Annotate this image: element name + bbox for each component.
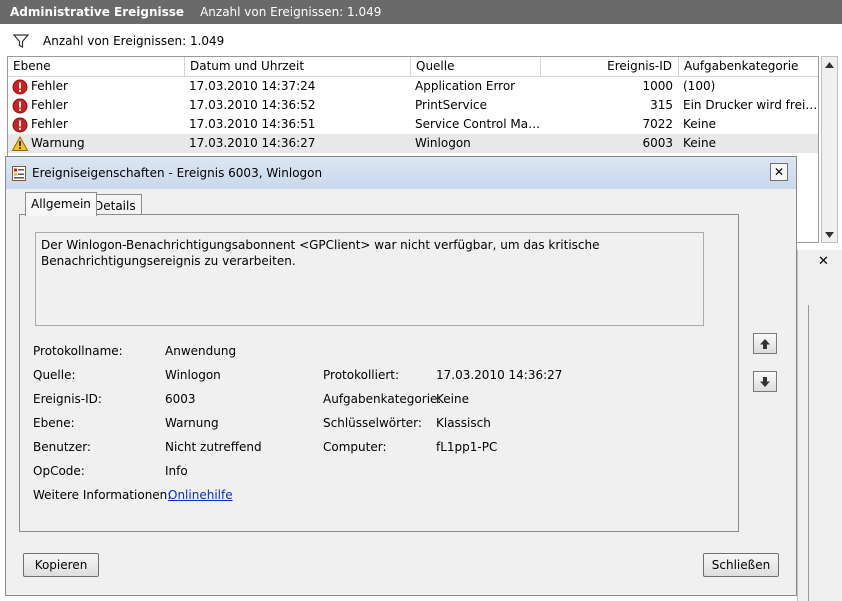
tab-panel-allgemein: Der Winlogon-Benachrichtigungsabonnent <… [19, 214, 739, 532]
label-weitere-informationen: Weitere Informationen: [33, 488, 172, 502]
value-ebene: Warnung [165, 416, 219, 430]
table-row[interactable]: Fehler 17.03.2010 14:36:52 PrintService … [8, 96, 818, 115]
copy-button[interactable]: Kopieren [23, 553, 99, 577]
error-icon [12, 79, 28, 94]
column-header-event-id[interactable]: Ereignis-ID [541, 57, 679, 76]
event-description[interactable]: Der Winlogon-Benachrichtigungsabonnent <… [35, 232, 704, 326]
error-icon [12, 117, 28, 132]
label-ebene: Ebene: [33, 416, 75, 430]
value-aufgabenkategorie: Keine [436, 392, 469, 406]
column-header-source[interactable]: Quelle [411, 57, 541, 76]
row-level: Warnung [31, 136, 85, 150]
row-category: Keine [683, 136, 716, 150]
filter-bar: Anzahl von Ereignissen: 1.049 [5, 29, 837, 53]
row-source: Winlogon [415, 136, 471, 150]
table-header: Ebene Datum und Uhrzeit Quelle Ereignis-… [8, 57, 818, 77]
label-ereignis-id: Ereignis-ID: [33, 392, 102, 406]
close-icon[interactable]: ✕ [770, 163, 788, 181]
pane-close-icon[interactable]: ✕ [818, 254, 829, 269]
row-source: PrintService [415, 98, 487, 112]
dialog-title: Ereigniseigenschaften - Ereignis 6003, W… [32, 166, 323, 180]
event-count-label: Anzahl von Ereignissen: 1.049 [200, 5, 382, 19]
value-ereignis-id: 6003 [165, 392, 196, 406]
event-log-icon [12, 165, 26, 181]
table-row[interactable]: Fehler 17.03.2010 14:36:51 Service Contr… [8, 115, 818, 134]
value-quelle: Winlogon [165, 368, 221, 382]
onlinehilfe-link[interactable]: Onlinehilfe [168, 488, 233, 502]
label-protokolliert: Protokolliert: [323, 368, 400, 382]
row-datetime: 17.03.2010 14:37:24 [189, 79, 316, 93]
label-quelle: Quelle: [33, 368, 76, 382]
panel-header: Administrative Ereignisse Anzahl von Ere… [0, 0, 842, 24]
row-event-id: 7022 [642, 117, 673, 131]
table-scrollbar[interactable] [821, 56, 838, 243]
column-header-level[interactable]: Ebene [8, 57, 185, 76]
label-computer: Computer: [323, 440, 387, 454]
panel-title: Administrative Ereignisse [10, 5, 185, 19]
label-protokollname: Protokollname: [33, 344, 123, 358]
dialog-titlebar[interactable]: Ereigniseigenschaften - Ereignis 6003, W… [6, 157, 796, 189]
row-category: (100) [683, 79, 716, 93]
table-row-selected[interactable]: Warnung 17.03.2010 14:36:27 Winlogon 600… [8, 134, 818, 153]
filter-label: Anzahl von Ereignissen: 1.049 [43, 34, 225, 48]
row-source: Service Control Mana… [415, 117, 541, 131]
value-protokolliert: 17.03.2010 14:36:27 [436, 368, 563, 382]
arrow-up-icon [760, 338, 770, 349]
previous-event-button[interactable] [753, 333, 777, 354]
label-opcode: OpCode: [33, 464, 85, 478]
column-header-datetime[interactable]: Datum und Uhrzeit [185, 57, 411, 76]
row-level: Fehler [31, 117, 68, 131]
value-computer: fL1pp1-PC [436, 440, 498, 454]
details-pane: ✕ [797, 250, 842, 601]
value-protokollname: Anwendung [165, 344, 237, 358]
event-properties-dialog: Ereigniseigenschaften - Ereignis 6003, W… [5, 156, 797, 596]
warning-icon [12, 135, 28, 151]
pane-content [808, 305, 842, 601]
row-event-id: 1000 [642, 79, 673, 93]
row-datetime: 17.03.2010 14:36:52 [189, 98, 316, 112]
label-benutzer: Benutzer: [33, 440, 91, 454]
tab-allgemein[interactable]: Allgemein [25, 192, 97, 216]
row-category: Keine [683, 117, 716, 131]
label-schluesselwoerter: Schlüsselwörter: [323, 416, 422, 430]
row-level: Fehler [31, 79, 68, 93]
next-event-button[interactable] [753, 371, 777, 392]
arrow-down-icon [760, 376, 770, 387]
label-aufgabenkategorie: Aufgabenkategorie: [323, 392, 442, 406]
close-button[interactable]: Schließen [703, 553, 779, 577]
row-category: Ein Drucker wird freig… [683, 98, 818, 112]
filter-icon[interactable] [13, 33, 29, 49]
value-opcode: Info [165, 464, 188, 478]
value-schluesselwoerter: Klassisch [436, 416, 491, 430]
scroll-down-icon[interactable] [822, 227, 837, 242]
row-datetime: 17.03.2010 14:36:27 [189, 136, 316, 150]
row-datetime: 17.03.2010 14:36:51 [189, 117, 316, 131]
column-header-category[interactable]: Aufgabenkategorie [679, 57, 818, 76]
scroll-up-icon[interactable] [822, 57, 837, 72]
row-level: Fehler [31, 98, 68, 112]
value-benutzer: Nicht zutreffend [165, 440, 262, 454]
error-icon [12, 98, 28, 113]
table-row[interactable]: Fehler 17.03.2010 14:37:24 Application E… [8, 77, 818, 96]
row-source: Application Error [415, 79, 516, 93]
row-event-id: 6003 [642, 136, 673, 150]
row-event-id: 315 [650, 98, 673, 112]
